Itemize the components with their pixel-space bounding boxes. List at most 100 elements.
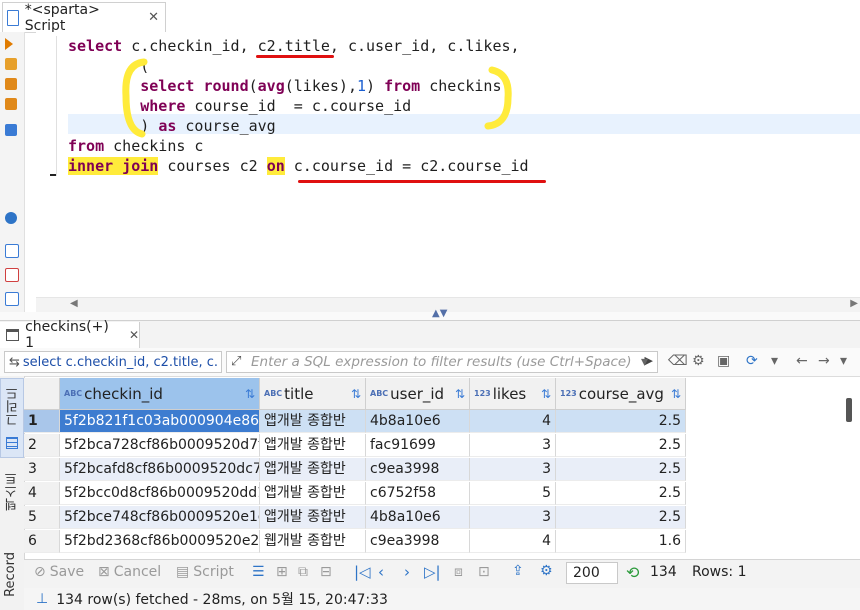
filter-expression-input[interactable]: ⤢ Enter a SQL expression to filter resul…	[226, 351, 658, 373]
code-line[interactable]: ) as course_avg	[68, 116, 275, 136]
row-number[interactable]: 2	[24, 434, 60, 457]
scroll-left-icon[interactable]: ◀	[70, 298, 78, 309]
grid-cell-course_avg[interactable]: 2.5	[556, 434, 686, 457]
sql-query-preview[interactable]: ⇆ select c.checkin_id, c2.title, c.	[4, 351, 222, 373]
results-tab-checkins[interactable]: checkins(+) 1 ✕	[0, 319, 140, 351]
grid-cell-user_id[interactable]: 4b8a10e6	[366, 410, 470, 433]
delete-row-icon[interactable]: ⊟	[320, 564, 332, 580]
navigate-forward-icon[interactable]: →	[818, 353, 830, 369]
grid-cell-checkin_id[interactable]: 5f2bce748cf86b0009520e1d	[60, 506, 260, 529]
navigate-back-icon[interactable]: ←	[796, 353, 808, 369]
grid-cell-checkin_id[interactable]: 5f2bd2368cf86b0009520e24	[60, 530, 260, 553]
grid-cell-title[interactable]: 앱개발 종합반	[260, 434, 366, 457]
row-number[interactable]: 5	[24, 506, 60, 529]
layout-icon[interactable]: ⊡	[478, 564, 490, 580]
sort-filter-icon[interactable]: ⇅	[455, 387, 465, 401]
grid-cell-course_avg[interactable]: 2.5	[556, 506, 686, 529]
close-results-tab-icon[interactable]: ✕	[129, 328, 139, 342]
grid-cell-user_id[interactable]: c6752f58	[366, 482, 470, 505]
first-page-icon[interactable]: |◁	[354, 563, 371, 581]
column-header-likes[interactable]: 123 likes ⇅	[470, 378, 556, 410]
execute-script-icon[interactable]	[5, 78, 17, 90]
panel-splitter[interactable]: ▲▼	[0, 308, 860, 320]
execute-statement-icon[interactable]	[5, 38, 13, 50]
clear-filter-icon[interactable]: ⌫	[668, 353, 688, 369]
script-button[interactable]: ▤ Script	[176, 564, 234, 580]
link-icon[interactable]: ⧈	[454, 564, 463, 580]
filter-dropdown-icon[interactable]: ▾	[641, 354, 648, 370]
next-page-icon[interactable]: ›	[404, 563, 410, 581]
more-options-icon[interactable]: ▾	[840, 353, 847, 369]
grid-cell-likes[interactable]: 5	[470, 482, 556, 505]
grid-cell-course_avg[interactable]: 2.5	[556, 482, 686, 505]
copy-row-icon[interactable]: ⧉	[298, 564, 308, 580]
grid-cell-title[interactable]: 웹개발 종합반	[260, 530, 366, 553]
export-icon[interactable]: ⇪	[512, 563, 524, 579]
grid-cell-user_id[interactable]: c9ea3998	[366, 530, 470, 553]
grid-cell-likes[interactable]: 4	[470, 410, 556, 433]
sort-filter-icon[interactable]: ⇅	[671, 387, 681, 401]
grid-cell-checkin_id[interactable]: 5f2bca728cf86b0009520d7f	[60, 434, 260, 457]
grid-cell-likes[interactable]: 4	[470, 530, 556, 553]
grid-cell-user_id[interactable]: c9ea3998	[366, 458, 470, 481]
grid-cell-course_avg[interactable]: 2.5	[556, 410, 686, 433]
tab-text[interactable]: 텍스트	[0, 466, 24, 546]
column-header-course_avg[interactable]: 123 course_avg ⇅	[556, 378, 686, 410]
save-button[interactable]: ⊘ Save	[34, 564, 84, 580]
code-line[interactable]: from checkins c	[68, 136, 203, 156]
grid-cell-likes[interactable]: 3	[470, 506, 556, 529]
explain-plan-icon[interactable]	[5, 124, 17, 136]
cancel-button[interactable]: ⊠ Cancel	[98, 564, 161, 580]
sort-filter-icon[interactable]: ⇅	[351, 387, 361, 401]
grid-cell-title[interactable]: 앱개발 종합반	[260, 410, 366, 433]
close-tab-icon[interactable]: ✕	[148, 10, 159, 25]
fetch-size-input[interactable]: 200	[566, 562, 618, 584]
filter-expand-icon[interactable]: ⤢	[231, 354, 241, 369]
grid-cell-likes[interactable]: 3	[470, 434, 556, 457]
sort-filter-icon[interactable]: ⇅	[245, 387, 255, 401]
grid-cell-checkin_id[interactable]: 5f2bcc0d8cf86b0009520dd1	[60, 482, 260, 505]
editor-tab-script[interactable]: *<sparta> Script ✕	[2, 2, 166, 34]
grid-cell-course_avg[interactable]: 2.5	[556, 458, 686, 481]
sort-filter-icon[interactable]: ⇅	[541, 387, 551, 401]
grid-cell-course_avg[interactable]: 1.6	[556, 530, 686, 553]
row-number[interactable]: 1	[24, 410, 60, 433]
save-script-icon[interactable]	[5, 268, 19, 282]
add-row-icon[interactable]: ⊞	[276, 564, 288, 580]
grid-cell-checkin_id[interactable]: 5f2b821f1c03ab000904e862	[60, 410, 260, 433]
grid-cell-title[interactable]: 앱개발 종합반	[260, 458, 366, 481]
execute-in-new-tab-icon[interactable]	[5, 58, 17, 70]
grid-cell-likes[interactable]: 3	[470, 458, 556, 481]
row-number[interactable]: 3	[24, 458, 60, 481]
column-header-user_id[interactable]: ABC user_id ⇅	[366, 378, 470, 410]
refresh-results-icon[interactable]: ⟲	[626, 563, 639, 582]
tab-grid[interactable]: 그리드	[0, 378, 24, 458]
save-filter-icon[interactable]: ▣	[717, 353, 730, 369]
grid-cell-checkin_id[interactable]: 5f2bcafd8cf86b0009520dc7	[60, 458, 260, 481]
panel-settings-icon[interactable]: ⚙	[540, 563, 553, 579]
column-header-title[interactable]: ABC title ⇅	[260, 378, 366, 410]
filter-settings-icon[interactable]: ⚙	[692, 353, 705, 369]
scroll-right-icon[interactable]: ▶	[850, 298, 858, 309]
refresh-icon[interactable]: ⟳	[746, 353, 758, 369]
editor-horizontal-scrollbar[interactable]: ◀ ▶	[36, 297, 860, 312]
column-header-checkin_id[interactable]: ABC checkin_id ⇅	[60, 378, 260, 410]
splitter-arrows-icon[interactable]: ▲▼	[432, 308, 447, 319]
grid-cell-user_id[interactable]: fac91699	[366, 434, 470, 457]
refresh-dropdown-icon[interactable]: ▾	[771, 353, 778, 369]
row-number[interactable]: 6	[24, 530, 60, 553]
execute-script-new-tab-icon[interactable]	[5, 98, 17, 110]
code-line[interactable]: inner join courses c2 on c.course_id = c…	[68, 156, 529, 176]
sql-dropdown-icon[interactable]: ⇆	[9, 355, 20, 370]
tab-record[interactable]: Record	[0, 552, 24, 610]
last-page-icon[interactable]: ▷|	[424, 563, 441, 581]
settings-gear-icon[interactable]	[5, 212, 17, 224]
grid-cell-user_id[interactable]: 4b8a10e6	[366, 506, 470, 529]
row-number-header[interactable]	[24, 378, 60, 410]
grid-cell-title[interactable]: 앱개발 종합반	[260, 506, 366, 529]
export-script-icon[interactable]	[5, 292, 19, 306]
load-script-icon[interactable]	[5, 244, 19, 258]
grid-cell-title[interactable]: 앱개발 종합반	[260, 482, 366, 505]
edit-cell-icon[interactable]: ☰	[252, 564, 265, 580]
previous-page-icon[interactable]: ‹	[378, 563, 384, 581]
